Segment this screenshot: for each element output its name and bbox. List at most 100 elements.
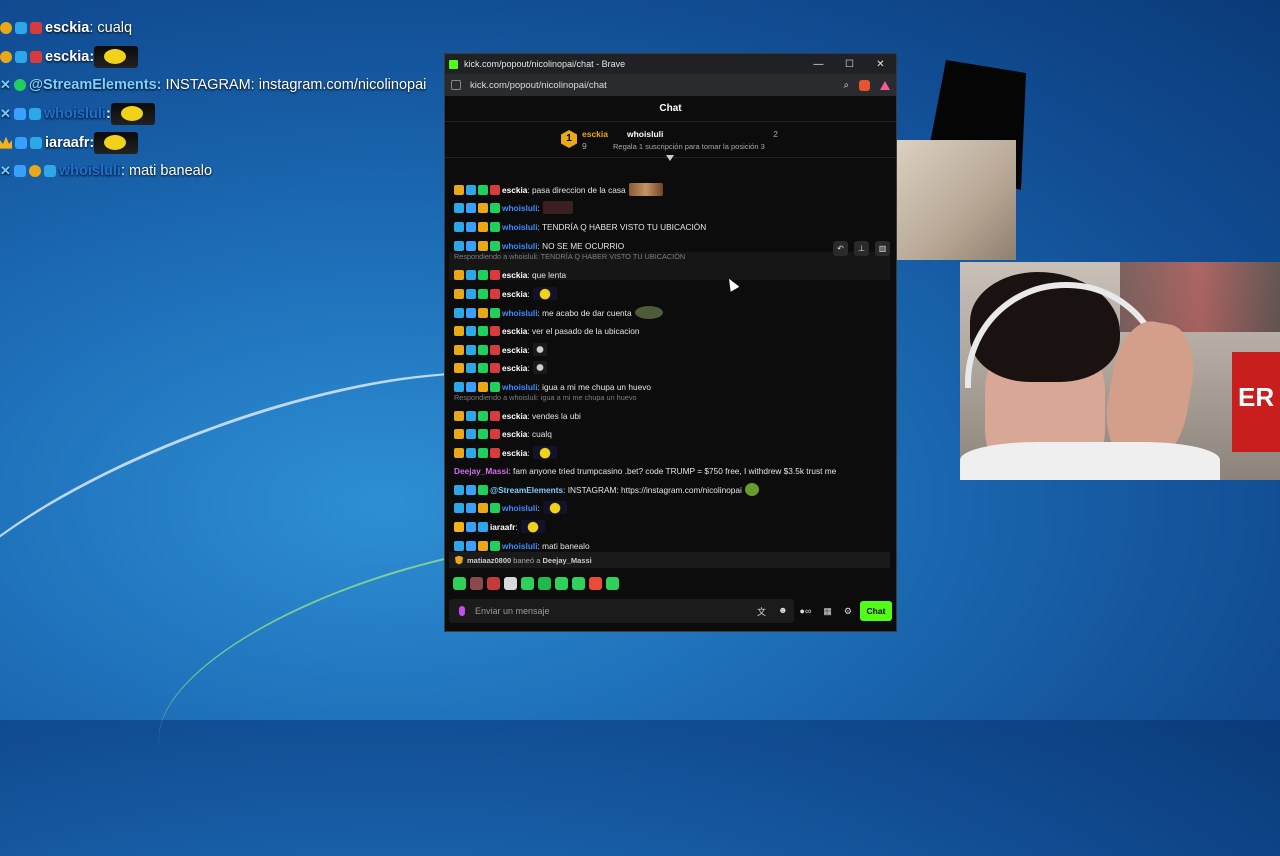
emote-icon[interactable]	[606, 577, 619, 590]
message-input[interactable]: Enviar un mensaje 文 ☻	[449, 599, 794, 623]
address-bar[interactable]: kick.com/popout/nicolinopai/chat ⌕	[445, 74, 896, 96]
emote-icon[interactable]	[504, 577, 517, 590]
input-placeholder: Enviar un mensaje	[475, 606, 550, 616]
message-username[interactable]: esckia	[502, 326, 527, 336]
message-username[interactable]: @StreamElements	[490, 485, 563, 495]
minimize-button[interactable]: —	[803, 59, 834, 70]
reply-context[interactable]: Respondiendo a whoisluli: TENDRÍA Q HABE…	[454, 252, 685, 261]
user-badge-icon	[466, 428, 476, 439]
user-badge-icon	[490, 288, 500, 299]
emoji-icon[interactable]: ☻	[778, 605, 787, 618]
emote-icon[interactable]	[572, 577, 585, 590]
emote-icon[interactable]	[589, 577, 602, 590]
message-username[interactable]: whoisluli	[502, 382, 538, 392]
user-badge-icon	[466, 184, 476, 195]
send-chat-button[interactable]: Chat	[860, 601, 892, 621]
message-username[interactable]: esckia	[502, 448, 527, 458]
emote-icon[interactable]	[487, 577, 500, 590]
emote-icon	[542, 201, 573, 214]
overlay-user: whoisluli	[58, 163, 121, 180]
message-text: : pasa direccion de la casa	[527, 184, 626, 195]
user-badge-icon	[478, 381, 488, 392]
user-badge-icon	[490, 325, 500, 336]
chat-message[interactable]: esckia:	[454, 341, 888, 358]
message-username[interactable]: esckia	[502, 289, 527, 299]
message-username[interactable]: esckia	[502, 411, 527, 421]
user-badge-icon	[466, 307, 476, 318]
store-icon[interactable]: ▦	[823, 606, 832, 617]
reply-context[interactable]: Respondiendo a whoisluli: igua a mi me c…	[454, 393, 637, 402]
gift-leaderboard: 1 esckia 9 whoisluli Regala 1 suscripció…	[445, 122, 896, 161]
user-badge-icon	[490, 184, 500, 195]
translate-icon[interactable]: 文	[757, 605, 766, 618]
user-badge-icon	[454, 288, 464, 299]
chat-message[interactable]: esckia: que lenta	[454, 266, 888, 283]
user-badge-icon	[466, 288, 476, 299]
zoom-icon[interactable]: ⌕	[844, 80, 849, 91]
emote-icon	[94, 131, 139, 154]
message-text: : fam anyone tried trumpcasino .bet? cod…	[508, 465, 837, 476]
close-button[interactable]: ✕	[865, 59, 896, 70]
url-text[interactable]: kick.com/popout/nicolinopai/chat	[470, 80, 607, 91]
emote-icon	[94, 45, 139, 68]
message-username[interactable]: whoisluli	[502, 541, 538, 551]
user-badge-icon	[490, 540, 500, 551]
chat-message[interactable]: whoisluli: me acabo de dar cuenta	[454, 304, 888, 321]
message-username[interactable]: esckia	[502, 429, 527, 439]
user-badge-icon	[466, 521, 476, 532]
user-badge-icon	[466, 240, 476, 251]
message-username[interactable]: whoisluli	[502, 203, 538, 213]
message-text: : mati banealo	[537, 540, 590, 551]
message-username[interactable]: esckia	[502, 345, 527, 355]
message-text: :	[515, 521, 518, 532]
user-badge-icon	[490, 307, 500, 318]
message-username[interactable]: Deejay_Massi	[454, 466, 508, 476]
user-badge-icon	[454, 447, 464, 458]
emote-icon	[628, 183, 663, 196]
site-info-icon[interactable]	[451, 80, 461, 90]
message-username[interactable]: esckia	[502, 270, 527, 280]
chat-message[interactable]: @StreamElements: INSTAGRAM: https://inst…	[454, 481, 888, 498]
chat-message[interactable]: iaraafr:	[454, 518, 888, 535]
user-badge-icon	[478, 362, 488, 373]
emote-icon[interactable]	[453, 577, 466, 590]
brave-shields-icon[interactable]	[859, 79, 870, 91]
points-icon[interactable]: ●∞	[800, 606, 812, 616]
overlay-row: ✕ whoisluli:	[0, 100, 426, 129]
message-username[interactable]: esckia	[502, 185, 527, 195]
message-text: :	[537, 202, 540, 213]
chat-message[interactable]: esckia: pasa direccion de la casa	[454, 181, 888, 198]
user-badge-icon	[466, 502, 476, 513]
user-badge-icon	[490, 240, 500, 251]
message-username[interactable]: whoisluli	[502, 222, 538, 232]
chat-message[interactable]: esckia:	[454, 285, 888, 302]
mic-icon[interactable]	[459, 606, 465, 616]
emote-icon[interactable]	[521, 577, 534, 590]
emote-icon[interactable]	[470, 577, 483, 590]
message-username[interactable]: whoisluli	[502, 308, 538, 318]
message-username[interactable]: esckia	[502, 363, 527, 373]
user-badge-icon	[466, 381, 476, 392]
gift-sub-prompt[interactable]: Regala 1 suscripción para tomar la posic…	[613, 142, 765, 151]
chat-message[interactable]: esckia: cualq	[454, 425, 888, 442]
emote-icon[interactable]	[555, 577, 568, 590]
user-badge-icon	[466, 540, 476, 551]
message-username[interactable]: whoisluli	[502, 503, 538, 513]
chat-message[interactable]: esckia: ver el pasado de la ubicacion	[454, 322, 888, 339]
chat-message[interactable]: whoisluli: TENDRÍA Q HABER VISTO TU UBIC…	[454, 218, 888, 235]
expand-arrow-icon[interactable]	[666, 155, 674, 161]
chat-message[interactable]: Deejay_Massi: fam anyone tried trumpcasi…	[454, 462, 888, 479]
chat-message[interactable]: esckia: vendes la ubi	[454, 407, 888, 424]
chat-message[interactable]: esckia:	[454, 359, 888, 376]
user-badge-icon	[490, 447, 500, 458]
message-username[interactable]: whoisluli	[502, 241, 538, 251]
settings-gear-icon[interactable]: ⚙	[844, 606, 852, 617]
chat-message[interactable]: whoisluli:	[454, 499, 888, 516]
message-username[interactable]: iaraafr	[490, 522, 515, 532]
chat-message[interactable]: whoisluli:	[454, 199, 888, 216]
emote-icon[interactable]	[538, 577, 551, 590]
brave-rewards-icon[interactable]	[880, 80, 890, 90]
maximize-button[interactable]: ☐	[834, 59, 865, 70]
overlay-text: INSTAGRAM: instagram.com/nicolinopai	[165, 77, 427, 94]
chat-message[interactable]: esckia:	[454, 444, 888, 461]
